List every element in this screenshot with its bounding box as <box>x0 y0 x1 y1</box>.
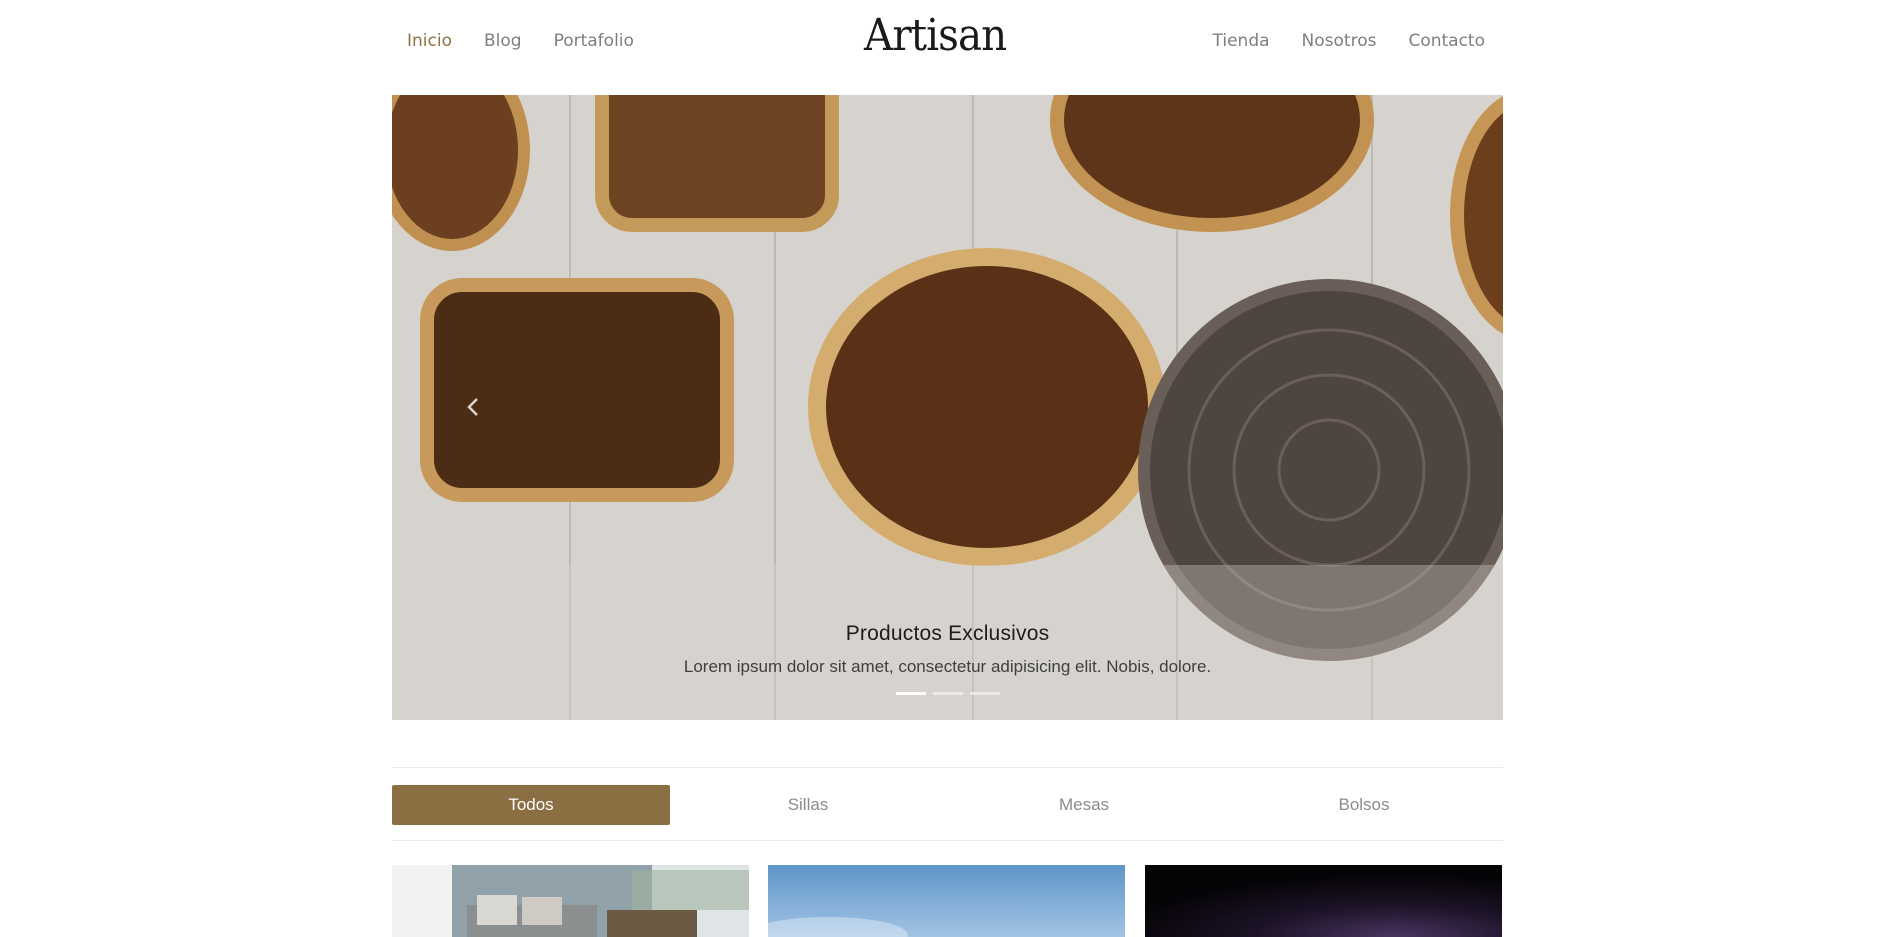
product-filter-bar: Todos Sillas Mesas Bolsos <box>392 767 1503 841</box>
product-thumb-1[interactable] <box>392 865 749 937</box>
carousel-indicator-1[interactable] <box>896 692 926 695</box>
nav-right: Tienda Nosotros Contacto <box>1213 31 1486 51</box>
nav-link-nosotros[interactable]: Nosotros <box>1302 31 1377 51</box>
basket-center <box>808 248 1166 566</box>
filter-sillas-button[interactable]: Sillas <box>669 785 947 825</box>
filter-todos-button[interactable]: Todos <box>392 785 670 825</box>
carousel-indicator-3[interactable] <box>970 692 1000 695</box>
carousel-caption-text: Lorem ipsum dolor sit amet, consectetur … <box>683 657 1212 676</box>
site-header: Inicio Blog Portafolio Artisan Tienda No… <box>0 0 1889 95</box>
carousel-indicator-2[interactable] <box>933 692 963 695</box>
basket-top-left <box>392 95 530 251</box>
nav-link-inicio[interactable]: Inicio <box>407 31 452 51</box>
carousel-prev-button[interactable] <box>462 395 486 419</box>
hero-carousel[interactable]: Productos Exclusivos Lorem ipsum dolor s… <box>392 95 1503 720</box>
chevron-left-icon <box>467 398 478 416</box>
nav-link-tienda[interactable]: Tienda <box>1213 31 1270 51</box>
site-logo[interactable]: Artisan <box>864 10 1007 61</box>
carousel-indicators <box>896 692 1000 695</box>
nav-left: Inicio Blog Portafolio <box>407 31 634 51</box>
product-image-living-room <box>392 865 749 937</box>
product-thumb-2[interactable] <box>768 865 1125 937</box>
basket-middle-left <box>420 278 734 502</box>
basket-top-center <box>595 95 839 232</box>
product-image-sky <box>768 865 1125 937</box>
page: Inicio Blog Portafolio Artisan Tienda No… <box>0 0 1889 937</box>
product-image-dark <box>1145 865 1502 937</box>
filter-bolsos-button[interactable]: Bolsos <box>1225 785 1503 825</box>
nav-link-contacto[interactable]: Contacto <box>1408 31 1485 51</box>
product-thumb-3[interactable] <box>1145 865 1502 937</box>
nav-link-portafolio[interactable]: Portafolio <box>554 31 634 51</box>
nav-link-blog[interactable]: Blog <box>484 31 522 51</box>
carousel-caption-title: Productos Exclusivos <box>845 622 1050 645</box>
filter-mesas-button[interactable]: Mesas <box>945 785 1223 825</box>
